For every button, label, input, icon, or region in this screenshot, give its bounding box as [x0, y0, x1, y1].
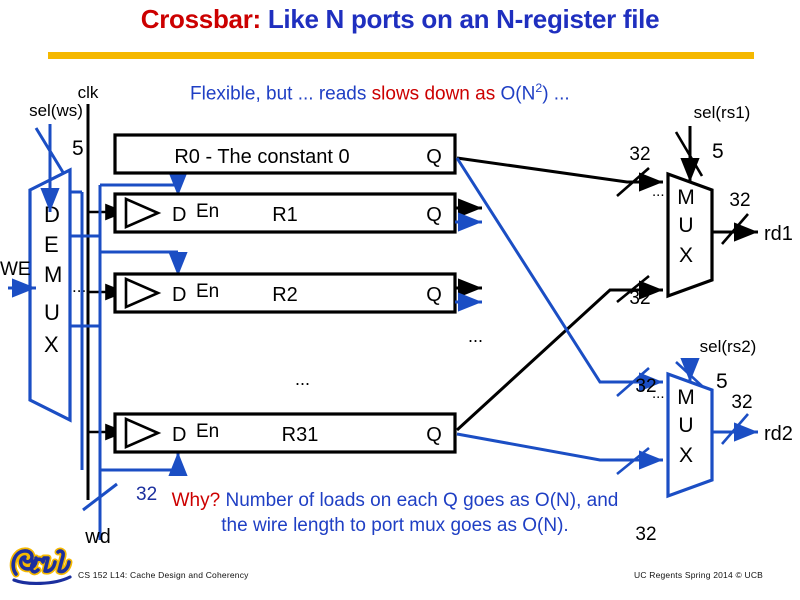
register-ellipsis-column: ...: [295, 369, 310, 389]
demux-letter-e: E: [44, 232, 59, 257]
mux-rs1-sel-width: 5: [712, 140, 724, 163]
register-d-r2: D: [172, 284, 186, 306]
mux-rs1-letter-u: U: [678, 214, 693, 237]
demux-letter-u: U: [44, 300, 60, 325]
clk-label: clk: [78, 83, 99, 102]
mux-rs1-input-ellipsis: ...: [652, 183, 665, 200]
mux-rs2-letter-x: X: [679, 444, 693, 467]
read-mux-rs2[interactable]: M U X sel(rs2) 5 32 rd2: [666, 337, 793, 499]
q-output-stubs: [455, 198, 482, 312]
mux-rs2-out-width: 32: [731, 392, 752, 413]
register-d-r31: D: [172, 424, 186, 446]
crossbar-diagram: clk 32 wd D E M U X ... WE sel(ws) 5 R0 …: [0, 83, 793, 548]
mux-rs1-sel-label: sel(rs1): [694, 103, 751, 122]
sel-ws-label: sel(ws): [29, 101, 83, 120]
register-en-r2: En: [196, 281, 219, 302]
register-q-r2: Q: [426, 284, 442, 306]
register-en-r31: En: [196, 421, 219, 442]
write-demux[interactable]: D E M U X ... WE sel(ws) 5: [0, 101, 100, 470]
register-row-r31[interactable]: D En R31 Q: [113, 412, 457, 454]
mux-rs2-input-ellipsis: ...: [652, 385, 665, 402]
slide-canvas: Crossbar: Like N ports on an N-register …: [0, 0, 800, 600]
register-row-r1[interactable]: D En R1 Q: [113, 192, 457, 234]
register-name-r1: R1: [272, 204, 298, 226]
demux-ellipsis: ...: [72, 277, 86, 296]
mux-rs1-letter-x: X: [679, 244, 693, 267]
register-q-r31: Q: [426, 424, 442, 446]
register-en-r1: En: [196, 201, 219, 222]
register-d-r1: D: [172, 204, 186, 226]
register-ellipsis-right: ...: [468, 326, 483, 346]
register-q-r0: Q: [426, 146, 442, 168]
register-row-r2[interactable]: D En R2 Q: [113, 272, 457, 314]
wd-label: wd: [84, 526, 111, 548]
mux-rs2-out-label: rd2: [764, 423, 793, 445]
demux-letter-x: X: [44, 332, 59, 357]
wd-width-label: 32: [136, 484, 157, 505]
crossbar-wires-rs1: 32 32 ...: [455, 144, 665, 432]
mux-rs1-out-label: rd1: [764, 223, 793, 245]
register-row-r0[interactable]: R0 - The constant 0 Q: [113, 133, 457, 175]
register-q-r1: Q: [426, 204, 442, 226]
mux-rs1-in-width-bottom: 32: [629, 288, 650, 309]
sel-ws-width-label: 5: [72, 137, 84, 160]
mux-rs2-sel-label: sel(rs2): [700, 337, 757, 356]
mux-rs2-in-width-bottom: 32: [635, 524, 656, 545]
crossbar-wires-rs2: 32 32 ...: [455, 157, 665, 545]
we-label: WE: [0, 259, 31, 280]
mux-rs1-out-width: 32: [729, 190, 750, 211]
register-name-r2: R2: [272, 284, 298, 306]
register-name-r0: R0 - The constant 0: [174, 146, 349, 168]
mux-rs2-letter-u: U: [678, 414, 693, 437]
read-mux-rs1[interactable]: M U X sel(rs1) 5 32 rd1: [666, 103, 793, 299]
mux-rs2-letter-m: M: [677, 386, 695, 409]
mux-rs2-sel-width: 5: [716, 370, 728, 393]
demux-letter-d: D: [44, 202, 60, 227]
mux-rs1-letter-m: M: [677, 186, 695, 209]
write-data-bus: 32 wd: [82, 172, 188, 548]
mux-rs1-in-width-top: 32: [629, 144, 650, 165]
register-name-r31: R31: [282, 424, 319, 446]
demux-letter-m: M: [44, 262, 62, 287]
